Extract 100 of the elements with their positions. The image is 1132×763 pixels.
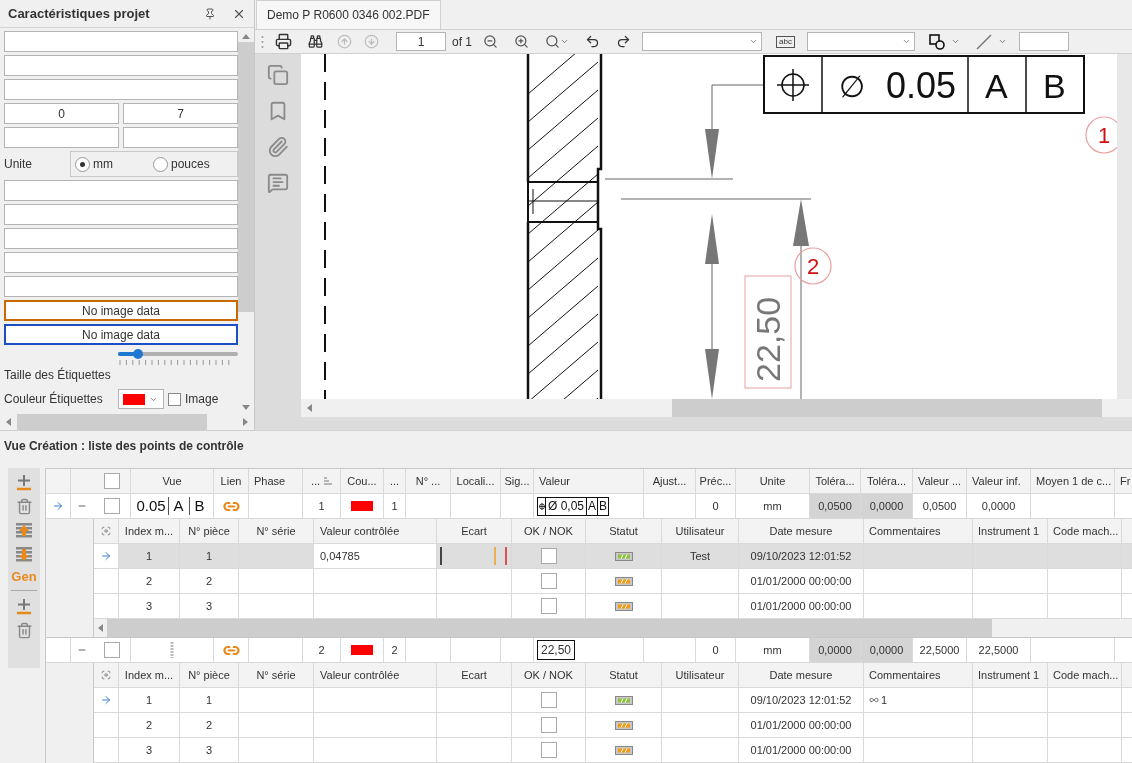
paperclip-icon[interactable] [267,136,289,158]
table-cell: 22,5000 [913,638,967,662]
scroll-down-icon[interactable] [242,405,250,410]
zoom-out-icon [483,34,498,49]
checkbox[interactable] [540,573,557,589]
column-header: N° série [239,519,314,543]
checkbox[interactable] [540,717,557,733]
checkbox[interactable] [103,498,120,514]
column-header: Commentaires [864,663,973,687]
text-field[interactable] [1018,32,1069,51]
text-field[interactable] [4,79,238,100]
add-row-icon[interactable] [16,598,32,615]
dropdown-icon[interactable] [950,37,960,46]
column-header: Fr [1115,469,1132,493]
delete-icon[interactable] [15,498,33,515]
section-title: Vue Création : liste des points de contrôle [4,437,244,455]
column-header: ... [310,473,321,489]
column-header: Statut [586,519,662,543]
checkbox[interactable] [540,548,557,564]
checkbox[interactable] [168,392,181,406]
page-field[interactable]: 1 [396,32,446,51]
column-header: Utilisateur [662,519,739,543]
scroll-right-icon[interactable] [243,418,248,426]
dropdown-field[interactable] [642,32,762,51]
slider-track[interactable] [118,352,238,356]
text-field[interactable] [4,204,238,225]
text-field[interactable] [4,252,238,273]
dimension-value: 22,50 [537,640,576,660]
pages-icon[interactable] [267,64,289,86]
text-field[interactable] [4,228,238,249]
image-field[interactable]: No image data [4,324,238,345]
text-field[interactable] [123,127,238,148]
checkbox[interactable] [540,742,557,758]
comment-icon[interactable] [267,172,289,194]
checkbox[interactable] [540,692,557,708]
table-cell: 3 [119,738,180,762]
pin-icon[interactable] [204,7,216,20]
table-cell: 2 [180,713,239,737]
text-field[interactable] [4,180,238,201]
text-field[interactable]: 0 [4,103,119,124]
radio-button[interactable] [75,156,90,172]
column-header: OK / NOK [512,663,586,687]
shapes-icon[interactable] [928,33,945,50]
table-cell: 1 [180,544,239,568]
checkbox[interactable] [103,473,120,489]
radio-label: pouces [171,156,210,173]
text-tool-button[interactable]: abc [776,35,795,48]
scroll-left-icon[interactable] [6,418,11,426]
column-header: Instrument 1 [973,519,1048,543]
table-cell: 0,0000 [967,494,1031,518]
diameter-symbol: ∅ [839,70,865,103]
vertical-scrollbar[interactable] [1117,54,1132,399]
line-tool-icon[interactable] [975,33,992,50]
column-header: Valeur contrôlée [314,519,437,543]
move-up-icon[interactable] [15,522,33,539]
text-field[interactable]: 7 [123,103,238,124]
text-field[interactable] [4,31,238,52]
color-dropdown[interactable] [118,389,164,409]
comment-count: 1 [881,692,888,708]
table-cell: 2 [384,638,406,662]
column-header: Valeur [534,469,644,493]
status-icon [614,551,633,561]
column-header: Instrument 1 [973,663,1048,687]
table-cell: 2 [303,638,341,662]
slider-thumb[interactable] [133,349,144,359]
table-cell: 09/10/2023 12:01:52 [739,688,864,712]
checkbox[interactable] [103,642,120,658]
column-header: Sig... [501,469,534,493]
table-cell: 22,5000 [967,638,1031,662]
dropdown-icon[interactable] [997,37,1007,46]
dropdown-field[interactable] [806,32,915,51]
sort-icon[interactable] [324,477,333,485]
select-all-icon[interactable] [101,526,111,536]
move-down-icon[interactable] [15,546,33,563]
table-cell: 1 [180,688,239,712]
field-label: Taille des Étiquettes [4,366,112,384]
image-field[interactable]: No image data [4,300,238,321]
document-tab[interactable]: Demo P R0600 0346 002.PDF [256,0,441,29]
delete-icon[interactable] [15,622,33,639]
dimension-label: 22,50 [744,275,792,389]
horizontal-scrollbar[interactable] [301,399,1132,417]
tolerance-frame-preview: 0.05 A B [134,495,210,517]
text-field[interactable] [4,276,238,297]
text-field[interactable] [4,55,238,76]
balloon-number: 1 [1097,123,1111,148]
checkbox[interactable] [540,598,557,614]
column-header: Valeur ... [913,469,967,493]
scroll-left-icon[interactable] [98,624,103,632]
column-header: Code mach... [1048,519,1122,543]
column-header: Index m... [119,519,180,543]
undo-icon [585,34,600,49]
scroll-left-icon[interactable] [307,404,312,412]
scroll-up-icon[interactable] [242,34,250,39]
column-header: Code mach... [1048,663,1122,687]
column-header: Statut [586,663,662,687]
select-all-icon[interactable] [101,670,111,680]
table-cell: 01/01/2000 00:00:00 [739,569,864,593]
radio-button[interactable] [153,156,168,172]
add-row-icon[interactable] [16,474,32,491]
text-field[interactable] [4,127,119,148]
